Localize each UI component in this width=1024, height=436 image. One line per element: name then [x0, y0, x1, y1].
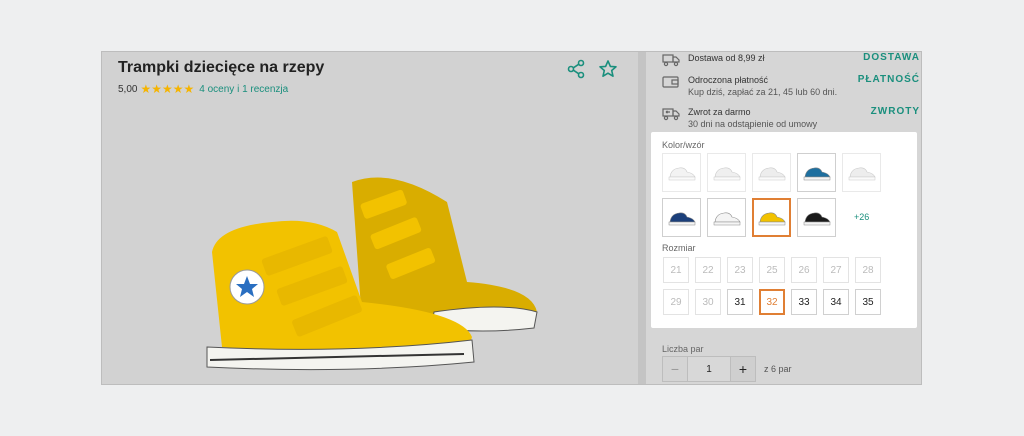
return-truck-icon	[662, 107, 680, 121]
shoe-thumbnail-icon	[848, 167, 875, 180]
share-icon[interactable]	[566, 59, 586, 79]
color-swatch[interactable]	[842, 153, 881, 192]
color-swatch[interactable]	[752, 198, 791, 237]
color-swatch[interactable]	[707, 198, 746, 237]
size-option[interactable]: 29	[663, 289, 689, 315]
product-gallery: Trampki dziecięce na rzepy 5,00 ★★★★★ 4 …	[102, 52, 638, 384]
quantity-input[interactable]: 1	[688, 356, 730, 382]
shoe-thumbnail-icon	[758, 167, 785, 180]
size-option[interactable]: 34	[823, 289, 849, 315]
screenshot-canvas: Trampki dziecięce na rzepy 5,00 ★★★★★ 4 …	[0, 0, 1024, 436]
size-option[interactable]: 26	[791, 257, 817, 283]
shoe-thumbnail-icon	[713, 212, 740, 225]
rating-stars: ★★★★★	[140, 82, 195, 96]
wallet-icon	[662, 75, 680, 89]
info-returns-title: Zwrot za darmo	[688, 107, 751, 117]
star-outline-icon[interactable]	[598, 59, 618, 79]
info-payment: Odroczona płatność Kup dziś, zapłać za 2…	[662, 74, 920, 98]
shoe-thumbnail-icon	[758, 212, 785, 225]
info-returns: Zwrot za darmo 30 dni na odstąpienie od …	[662, 106, 920, 130]
color-swatch[interactable]	[797, 153, 836, 192]
shoe-thumbnail-icon	[803, 167, 830, 180]
size-label: Rozmiar	[662, 243, 696, 253]
increase-button[interactable]: +	[730, 356, 756, 382]
returns-link[interactable]: ZWROTY	[871, 106, 920, 117]
payment-link[interactable]: PŁATNOŚĆ	[858, 74, 920, 85]
size-option[interactable]: 22	[695, 257, 721, 283]
delivery-link[interactable]: DOSTAWA	[863, 52, 920, 63]
size-option[interactable]: 23	[727, 257, 753, 283]
size-option[interactable]: 31	[727, 289, 753, 315]
info-delivery: Dostawa od 8,99 zł DOSTAWA	[662, 52, 920, 67]
color-swatch[interactable]	[797, 198, 836, 237]
shoe-thumbnail-icon	[713, 167, 740, 180]
shoe-thumbnail-icon	[668, 212, 695, 225]
color-label: Kolor/wzór	[662, 140, 705, 150]
product-title: Trampki dziecięce na rzepy	[118, 59, 325, 76]
info-returns-sub: 30 dni na odstąpienie od umowy	[688, 119, 818, 129]
size-option[interactable]: 28	[855, 257, 881, 283]
more-colors-link[interactable]: +26	[854, 212, 869, 222]
color-swatch[interactable]	[662, 198, 701, 237]
product-frame: Trampki dziecięce na rzepy 5,00 ★★★★★ 4 …	[101, 51, 922, 385]
quantity-stepper: − 1 + z 6 par	[662, 356, 792, 382]
truck-icon	[662, 53, 680, 67]
shoe-thumbnail-icon	[803, 212, 830, 225]
size-option[interactable]: 33	[791, 289, 817, 315]
info-payment-title: Odroczona płatność	[688, 75, 769, 85]
rating-reviews-link[interactable]: 4 oceny i 1 recenzja	[199, 84, 288, 95]
size-option[interactable]: 32	[759, 289, 785, 315]
color-swatch[interactable]	[662, 153, 701, 192]
product-image	[206, 177, 538, 371]
quantity-label: Liczba par	[662, 344, 704, 354]
options-panel: Kolor/wzór +26 Rozmiar 21 22 23 25 26 27 28 29 3…	[651, 132, 917, 328]
color-swatch[interactable]	[752, 153, 791, 192]
panel-divider	[638, 52, 646, 384]
quantity-note: z 6 par	[764, 364, 792, 374]
size-option[interactable]: 35	[855, 289, 881, 315]
rating-value: 5,00	[118, 83, 138, 95]
size-option[interactable]: 21	[663, 257, 689, 283]
color-swatch[interactable]	[707, 153, 746, 192]
purchase-panel: Dostawa od 8,99 zł DOSTAWA Odroczona pła…	[646, 52, 921, 384]
info-payment-sub: Kup dziś, zapłać za 21, 45 lub 60 dni.	[688, 87, 838, 97]
shoe-thumbnail-icon	[668, 167, 695, 180]
size-option[interactable]: 30	[695, 289, 721, 315]
info-delivery-title: Dostawa od 8,99 zł	[688, 53, 765, 63]
decrease-button[interactable]: −	[662, 356, 688, 382]
size-option[interactable]: 27	[823, 257, 849, 283]
rating-row: 5,00 ★★★★★ 4 oceny i 1 recenzja	[118, 82, 288, 96]
size-option[interactable]: 25	[759, 257, 785, 283]
